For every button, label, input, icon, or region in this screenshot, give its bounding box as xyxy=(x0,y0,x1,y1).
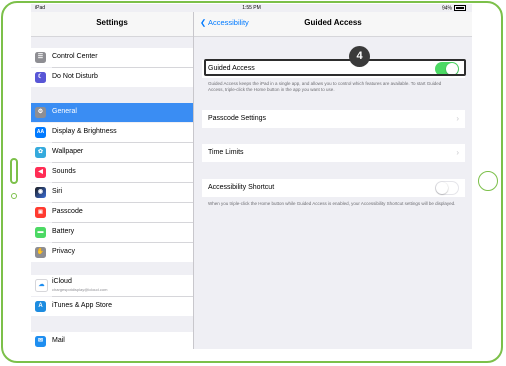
detail-header: ❮ Accessibility Guided Access xyxy=(194,12,472,37)
lock-icon: ▣ xyxy=(35,207,46,218)
sidebar-item-passcode[interactable]: ▣ Passcode xyxy=(31,203,193,222)
gear-icon: ⚙ xyxy=(35,107,46,118)
sidebar-item-icloud[interactable]: ☁ iCloud chargespotdisplay@icloud.com xyxy=(31,275,193,296)
battery-setting-icon: ▬ xyxy=(35,227,46,238)
status-bar: iPad 1:55 PM 94% xyxy=(31,4,472,12)
mail-icon: ✉ xyxy=(35,336,46,347)
sidebar-item-label: Do Not Disturb xyxy=(52,73,98,80)
guided-access-description: Guided Access keeps the iPad in a single… xyxy=(208,81,442,92)
sidebar-item-label: Privacy xyxy=(52,248,75,255)
sidebar-item-label: Battery xyxy=(52,228,75,235)
ipad-screen: iPad 1:55 PM 94% Settings ☰ Control Cent… xyxy=(31,4,472,349)
accessibility-shortcut-label: Accessibility Shortcut xyxy=(208,184,275,191)
control-center-icon: ☰ xyxy=(35,52,46,63)
siri-icon: ◉ xyxy=(35,187,46,198)
hand-icon: ✋ xyxy=(35,247,46,258)
time-limits-label: Time Limits xyxy=(208,149,244,156)
sidebar-item-sounds[interactable]: ◀ Sounds xyxy=(31,163,193,182)
sidebar-item-label: iCloud xyxy=(52,278,72,285)
sidebar-item-label: Mail xyxy=(52,337,65,344)
toggle-knob xyxy=(436,182,448,194)
page-title: Guided Access xyxy=(304,18,362,27)
settings-sidebar: Settings ☰ Control Center ☾ Do Not Distu… xyxy=(31,12,194,349)
time-limits-row[interactable]: Time Limits › xyxy=(202,144,465,162)
sidebar-item-label: Passcode xyxy=(52,208,83,215)
sidebar-item-display-brightness[interactable]: AA Display & Brightness xyxy=(31,123,193,142)
camera-dot xyxy=(11,193,17,199)
speaker-icon: ◀ xyxy=(35,167,46,178)
sidebar-item-label: General xyxy=(52,108,77,115)
highlight-box xyxy=(204,59,466,76)
sidebar-item-mail[interactable]: ✉ Mail xyxy=(31,332,193,349)
icloud-account-email: chargespotdisplay@icloud.com xyxy=(52,287,108,292)
wallpaper-icon: ✿ xyxy=(35,147,46,158)
step-badge: 4 xyxy=(349,46,370,67)
app-store-icon: A xyxy=(35,301,46,312)
sidebar-header: Settings xyxy=(31,12,193,37)
sidebar-item-control-center[interactable]: ☰ Control Center xyxy=(31,48,193,67)
side-button xyxy=(10,158,18,184)
sidebar-item-label: Display & Brightness xyxy=(52,128,117,135)
status-time: 1:55 PM xyxy=(242,5,261,11)
battery-icon xyxy=(454,5,466,11)
cloud-icon: ☁ xyxy=(35,279,48,292)
sidebar-item-battery[interactable]: ▬ Battery xyxy=(31,223,193,242)
sidebar-item-label: Siri xyxy=(52,188,63,195)
sidebar-item-label: Sounds xyxy=(52,168,76,175)
moon-icon: ☾ xyxy=(35,72,46,83)
sidebar-item-label: iTunes & App Store xyxy=(52,302,113,309)
shortcut-description: When you triple-click the Home button wh… xyxy=(208,201,456,206)
sidebar-item-general[interactable]: ⚙ General xyxy=(31,103,193,122)
battery-percent: 94% xyxy=(441,5,452,12)
sidebar-item-do-not-disturb[interactable]: ☾ Do Not Disturb xyxy=(31,68,193,87)
sidebar-item-siri[interactable]: ◉ Siri xyxy=(31,183,193,202)
sidebar-item-privacy[interactable]: ✋ Privacy xyxy=(31,243,193,262)
chevron-right-icon: › xyxy=(456,114,459,123)
brightness-icon: AA xyxy=(35,127,46,138)
sidebar-title: Settings xyxy=(96,18,128,27)
sidebar-item-itunes-app-store[interactable]: A iTunes & App Store xyxy=(31,297,193,316)
passcode-settings-label: Passcode Settings xyxy=(208,115,266,122)
home-button[interactable] xyxy=(478,171,498,191)
battery-status: 94% xyxy=(442,5,466,11)
accessibility-shortcut-row: Accessibility Shortcut xyxy=(202,179,465,197)
sidebar-item-label: Wallpaper xyxy=(52,148,84,155)
chevron-right-icon: › xyxy=(456,148,459,157)
passcode-settings-row[interactable]: Passcode Settings › xyxy=(202,110,465,128)
accessibility-shortcut-toggle[interactable] xyxy=(435,181,459,195)
sidebar-item-label: Control Center xyxy=(52,53,98,60)
sidebar-item-wallpaper[interactable]: ✿ Wallpaper xyxy=(31,143,193,162)
